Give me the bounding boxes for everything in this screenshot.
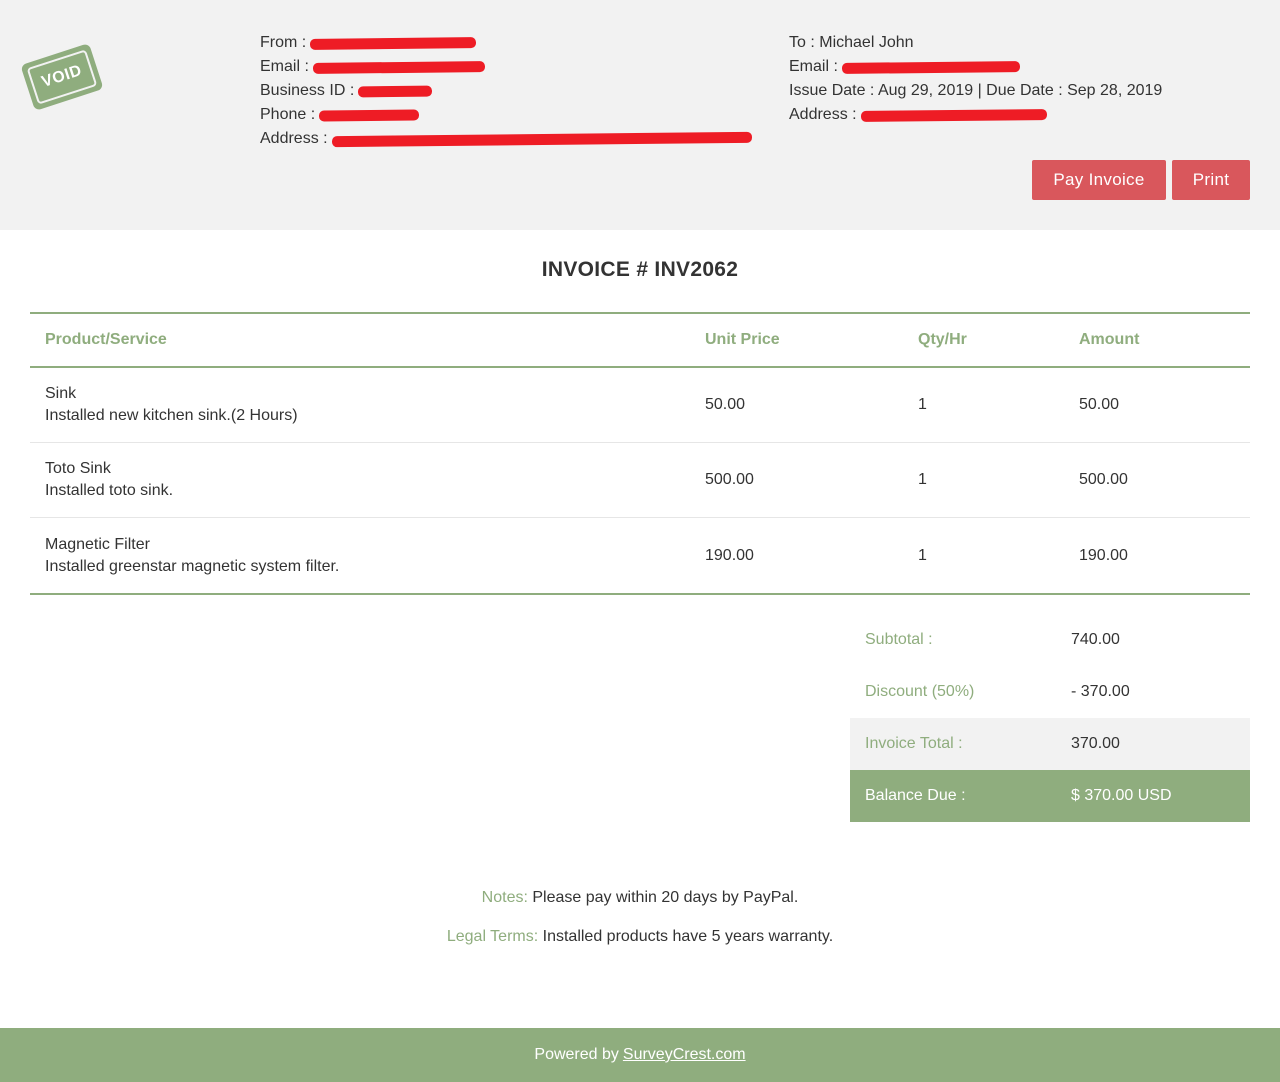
invoice-total-label: Invoice Total :	[865, 735, 963, 752]
legal-terms-line: Legal Terms: Installed products have 5 y…	[0, 928, 1280, 946]
table-header: Product/Service Unit Price Qty/Hr Amount	[30, 314, 1250, 368]
product-name: Toto Sink	[45, 460, 111, 477]
recipient-address-label: Address :	[789, 106, 857, 123]
redaction-mark	[310, 36, 477, 50]
legal-terms-label: Legal Terms:	[446, 928, 539, 945]
legal-terms-text: Installed products have 5 years warranty…	[542, 928, 834, 945]
unit-price-cell: 190.00	[705, 546, 754, 564]
product-description: Installed new kitchen sink.(2 Hours)	[45, 407, 298, 424]
balance-due-value: $ 370.00 USD	[1071, 787, 1172, 804]
balance-due-row: Balance Due : $ 370.00 USD	[850, 770, 1250, 822]
recipient-name-line: To : Michael John	[789, 34, 914, 51]
notes-line: Notes: Please pay within 20 days by PayP…	[0, 889, 1280, 907]
notes-text: Please pay within 20 days by PayPal.	[532, 889, 799, 906]
sender-from-line: From :	[260, 31, 752, 55]
unit-price-cell: 500.00	[705, 471, 754, 488]
amount-cell: 500.00	[1079, 471, 1128, 488]
powered-by-label: Powered by	[534, 1046, 619, 1063]
product-cell: Sink Installed new kitchen sink.(2 Hours…	[45, 383, 298, 427]
redaction-mark	[319, 108, 420, 122]
page-footer: Powered by SurveyCrest.com	[0, 1028, 1280, 1082]
sender-from-label: From :	[260, 34, 307, 51]
table-row: Magnetic Filter Installed greenstar magn…	[30, 518, 1250, 593]
invoice-title: INVOICE # INV2062	[541, 258, 739, 281]
sender-email-line: Email :	[260, 55, 752, 79]
product-cell: Toto Sink Installed toto sink.	[45, 458, 173, 502]
sender-address-label: Address :	[260, 130, 328, 147]
recipient-address-line: Address :	[789, 103, 1162, 127]
redaction-mark	[312, 60, 485, 74]
sender-phone-line: Phone :	[260, 103, 752, 127]
pay-invoice-button[interactable]: Pay Invoice	[1032, 160, 1166, 200]
subtotal-value: 740.00	[1071, 631, 1120, 648]
invoice-total-row: Invoice Total : 370.00	[850, 718, 1250, 770]
sender-business-id-label: Business ID :	[260, 82, 355, 99]
product-name: Magnetic Filter	[45, 535, 150, 553]
subtotal-row: Subtotal : 740.00	[850, 614, 1250, 666]
sender-business-id-line: Business ID :	[260, 79, 752, 103]
qty-cell: 1	[918, 546, 927, 564]
discount-label: Discount (50%)	[865, 683, 975, 700]
header-unit-price: Unit Price	[705, 331, 780, 348]
product-description: Installed toto sink.	[45, 482, 174, 499]
surveycrest-link[interactable]: SurveyCrest.com	[623, 1046, 746, 1064]
sender-email-label: Email :	[260, 58, 309, 75]
print-button[interactable]: Print	[1172, 160, 1250, 200]
sender-info: From : Email : Business ID : Phone : Add…	[260, 31, 752, 151]
header-product: Product/Service	[45, 331, 167, 348]
invoice-dates-line: Issue Date : Aug 29, 2019 | Due Date : S…	[789, 82, 1163, 99]
header-qty: Qty/Hr	[918, 331, 967, 348]
notes-label: Notes:	[481, 889, 528, 906]
subtotal-label: Subtotal :	[865, 631, 933, 648]
header-amount: Amount	[1079, 331, 1140, 348]
discount-row: Discount (50%) - 370.00	[850, 666, 1250, 718]
unit-price-cell: 50.00	[705, 396, 746, 413]
void-stamp-label: VOID	[26, 49, 98, 105]
qty-cell: 1	[918, 471, 927, 488]
amount-cell: 50.00	[1079, 396, 1120, 413]
invoice-header: VOID From : Email : Business ID : Phone …	[0, 0, 1280, 230]
product-description: Installed greenstar magnetic system filt…	[45, 557, 340, 575]
line-items-table: Product/Service Unit Price Qty/Hr Amount…	[30, 312, 1250, 595]
qty-cell: 1	[918, 396, 927, 413]
recipient-email-line: Email :	[789, 55, 1162, 79]
table-row: Toto Sink Installed toto sink. 500.00 1 …	[30, 443, 1250, 518]
redaction-mark	[358, 85, 433, 97]
product-cell: Magnetic Filter Installed greenstar magn…	[45, 534, 339, 578]
balance-due-label: Balance Due :	[865, 787, 966, 804]
product-name: Sink	[45, 385, 77, 402]
discount-value: - 370.00	[1071, 683, 1130, 700]
redaction-mark	[331, 131, 752, 147]
recipient-email-label: Email :	[789, 58, 838, 75]
void-stamp: VOID	[20, 43, 104, 111]
redaction-mark	[841, 60, 1020, 74]
recipient-info: To : Michael John Email : Issue Date : A…	[789, 31, 1162, 127]
redaction-mark	[860, 108, 1047, 122]
sender-address-line: Address :	[260, 127, 752, 151]
table-row: Sink Installed new kitchen sink.(2 Hours…	[30, 368, 1250, 443]
invoice-total-value: 370.00	[1071, 735, 1120, 752]
totals-summary: Subtotal : 740.00 Discount (50%) - 370.0…	[850, 614, 1250, 822]
sender-phone-label: Phone :	[260, 106, 316, 123]
amount-cell: 190.00	[1079, 546, 1128, 564]
